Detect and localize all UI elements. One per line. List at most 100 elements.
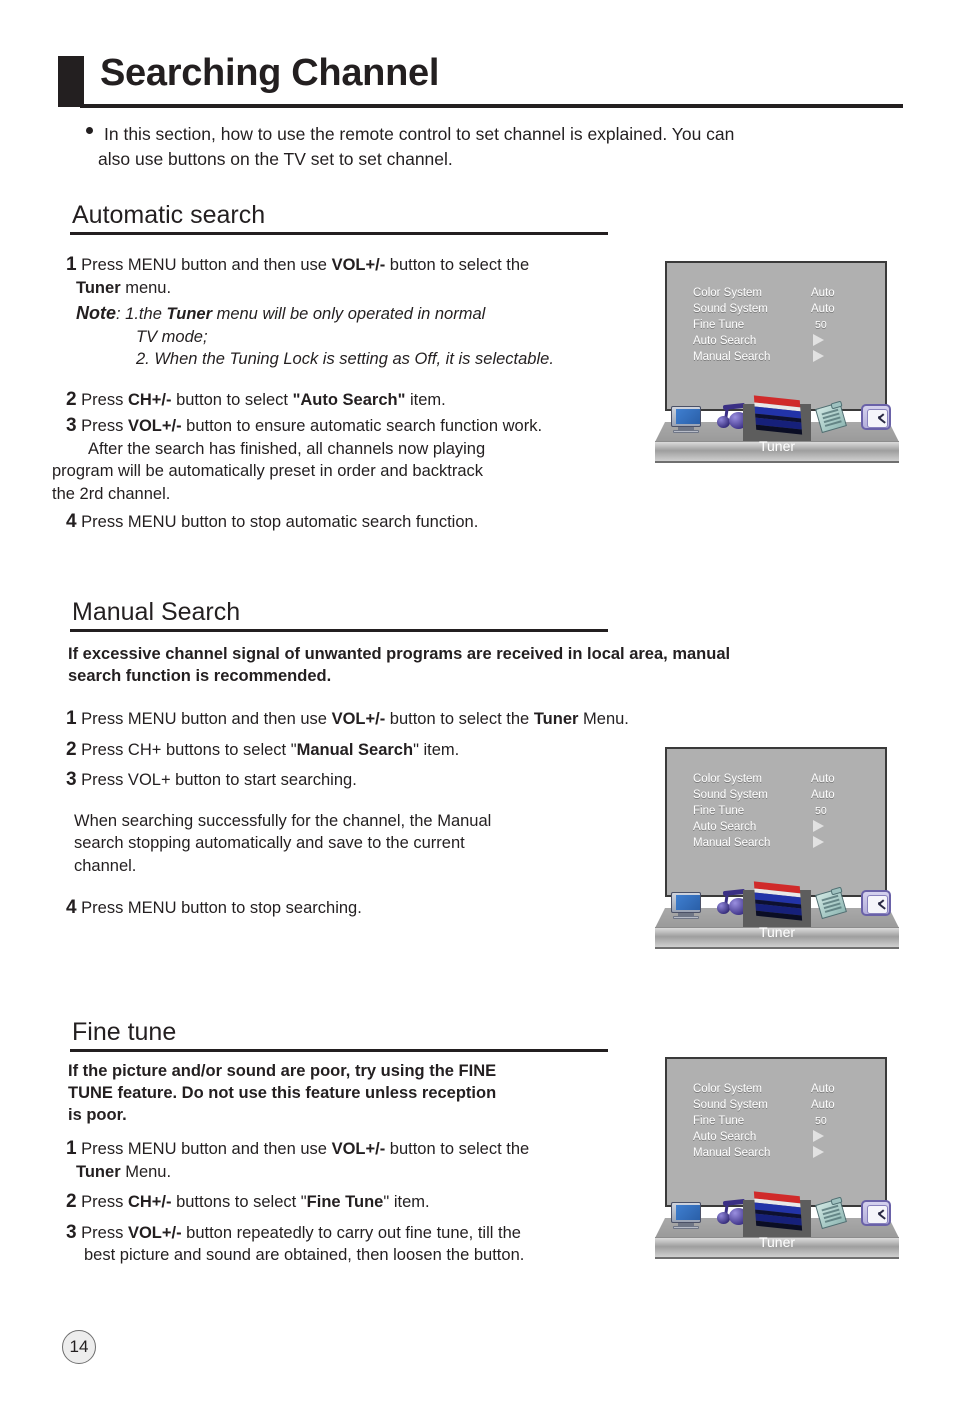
timer-clock-icon[interactable] <box>861 1200 893 1230</box>
fine-step-3-line-2: best picture and sound are obtained, the… <box>84 1246 525 1264</box>
osd-row-color-system[interactable]: Color System Auto <box>693 771 883 787</box>
tuner-flag-icon[interactable] <box>753 395 803 436</box>
auto-step-4-number: 4 <box>66 511 77 532</box>
fine-step-3-vol: VOL+/- <box>127 1223 182 1242</box>
setup-clipboard-icon[interactable] <box>815 1196 849 1231</box>
manual-step-2-number: 2 <box>66 738 77 760</box>
manual-lead-line-1: If excessive channel signal of unwanted … <box>68 645 731 663</box>
tuner-flag-icon[interactable] <box>753 1191 803 1232</box>
manual-step-4-text: Press MENU button to stop searching. <box>81 899 362 917</box>
picture-monitor-icon[interactable] <box>669 406 703 434</box>
osd-row-auto-search[interactable]: Auto Search <box>693 819 883 835</box>
osd-row-auto-search[interactable]: Auto Search <box>693 1129 883 1145</box>
fine-step-1-text-c: button to select the <box>385 1140 530 1158</box>
tuner-flag-icon[interactable] <box>753 881 803 922</box>
auto-step-1: 1 Press MENU button and then use VOL+/- … <box>66 254 656 299</box>
chevron-right-icon <box>813 1146 824 1158</box>
auto-step-3-line-4: the 2rd channel. <box>52 484 171 503</box>
osd-label-auto-search: Auto Search <box>693 821 757 833</box>
osd-label-manual-search: Manual Search <box>693 351 771 363</box>
auto-step-4: 4 Press MENU button to stop automatic se… <box>66 511 656 534</box>
osd-row-fine-tune[interactable]: Fine Tune 50 <box>693 317 883 333</box>
picture-monitor-icon[interactable] <box>669 1202 703 1230</box>
page-number: 14 <box>62 1330 96 1364</box>
note-1-text-c: menu will be only operated in normal <box>212 305 486 323</box>
osd-row-auto-search[interactable]: Auto Search <box>693 333 883 349</box>
page-header: Searching Channel <box>58 52 903 118</box>
section-rule-fine-tune <box>70 1049 608 1052</box>
osd-row-color-system[interactable]: Color System Auto <box>693 285 883 301</box>
auto-step-2-text-e: item. <box>405 390 446 409</box>
manual-lead-line-2: search function is recommended. <box>68 667 332 685</box>
osd-row-sound-system[interactable]: Sound System Auto <box>693 301 883 317</box>
auto-note: Note: 1.the Tuner menu will be only oper… <box>66 302 656 371</box>
manual-step-1-number: 1 <box>66 708 77 729</box>
osd-deck-shadow <box>655 1259 899 1262</box>
osd-row-manual-search[interactable]: Manual Search <box>693 349 883 365</box>
osd-screen: Color System Auto Sound System Auto Fine… <box>665 261 887 411</box>
osd-row-sound-system[interactable]: Sound System Auto <box>693 1097 883 1113</box>
fine-step-1-tuner: Tuner <box>76 1162 121 1181</box>
auto-step-2-ch: CH+/- <box>127 390 172 409</box>
osd-row-fine-tune[interactable]: Fine Tune 50 <box>693 1113 883 1129</box>
fine-step-2-number: 2 <box>66 1191 77 1212</box>
fine-tune-steps: 1 Press MENU button and then use VOL+/- … <box>66 1138 666 1270</box>
osd-row-manual-search[interactable]: Manual Search <box>693 835 883 851</box>
osd-tab-label-tuner: Tuner <box>758 438 796 454</box>
auto-step-1-vol: VOL+/- <box>331 256 386 274</box>
osd-label-auto-search: Auto Search <box>693 335 757 347</box>
manual-step-2-text-c: " item. <box>413 740 460 759</box>
osd-value-fine-tune: 50 <box>815 1115 827 1127</box>
osd-label-fine-tune: Fine Tune <box>693 805 745 817</box>
fine-step-1-text-a: Press MENU button and then use <box>81 1140 332 1158</box>
manual-step-1-text-e: Menu. <box>578 710 629 728</box>
setup-clipboard-icon[interactable] <box>815 886 849 921</box>
auto-step-1-text-e: menu. <box>120 278 172 297</box>
osd-value-sound-system: Auto <box>811 1099 835 1111</box>
auto-step-3-text-a: Press <box>81 417 128 435</box>
osd-row-fine-tune[interactable]: Fine Tune 50 <box>693 803 883 819</box>
manual-search-steps: 1 Press MENU button and then use VOL+/- … <box>66 708 686 923</box>
timer-clock-icon[interactable] <box>861 404 893 434</box>
auto-step-3-vol: VOL+/- <box>127 417 182 435</box>
osd-panel-fine-tune: Color System Auto Sound System Auto Fine… <box>655 1054 899 1264</box>
osd-value-sound-system: Auto <box>811 303 835 315</box>
osd-row-sound-system[interactable]: Sound System Auto <box>693 787 883 803</box>
page-title: Searching Channel <box>100 52 440 94</box>
section-heading-automatic-search: Automatic search <box>72 201 266 229</box>
osd-row-manual-search[interactable]: Manual Search <box>693 1145 883 1161</box>
manual-search-lead: If excessive channel signal of unwanted … <box>68 643 868 687</box>
auto-step-3-text-c: button to ensure automatic search functi… <box>181 417 543 435</box>
osd-tab-label-tuner: Tuner <box>758 924 796 940</box>
picture-monitor-icon[interactable] <box>669 892 703 920</box>
auto-step-3-line-2: After the search has finished, all chann… <box>88 439 486 458</box>
fine-step-3-text-c: button repeatedly to carry out fine tune… <box>181 1223 521 1242</box>
osd-label-color-system: Color System <box>693 773 763 785</box>
manual-step-1-text-a: Press MENU button and then use <box>81 710 332 728</box>
header-square-mark <box>58 56 84 107</box>
fine-step-1: 1 Press MENU button and then use VOL+/- … <box>66 1138 666 1183</box>
manual-step-2-item: Manual Search <box>296 740 414 759</box>
osd-label-color-system: Color System <box>693 287 763 299</box>
fine-step-2-text-c: buttons to select " <box>171 1193 307 1211</box>
osd-tab-bar: Tuner <box>655 881 899 954</box>
auto-step-3-number: 3 <box>66 415 77 436</box>
fine-step-1-number: 1 <box>66 1138 77 1159</box>
manual-note-line-2: search stopping automatically and save t… <box>74 834 465 852</box>
manual-step-3: 3 Press VOL+ button to start searching. <box>66 769 686 792</box>
timer-clock-icon[interactable] <box>861 890 893 920</box>
fine-step-2-text-e: " item. <box>383 1193 430 1211</box>
note-1-tuner: Tuner <box>166 305 212 323</box>
note-1-line-2: TV mode; <box>136 327 208 346</box>
osd-screen: Color System Auto Sound System Auto Fine… <box>665 1057 887 1207</box>
osd-value-color-system: Auto <box>811 287 835 299</box>
auto-step-1-number: 1 <box>66 254 77 275</box>
osd-label-manual-search: Manual Search <box>693 1147 771 1159</box>
intro-line-1: In this section, how to use the remote c… <box>104 124 735 144</box>
manual-step-1-tuner: Tuner <box>533 710 579 728</box>
chevron-right-icon <box>813 820 824 832</box>
auto-step-3-line-3: program will be automatically preset in … <box>52 462 484 480</box>
osd-deck-shadow <box>655 949 899 952</box>
osd-row-color-system[interactable]: Color System Auto <box>693 1081 883 1097</box>
setup-clipboard-icon[interactable] <box>815 400 849 435</box>
